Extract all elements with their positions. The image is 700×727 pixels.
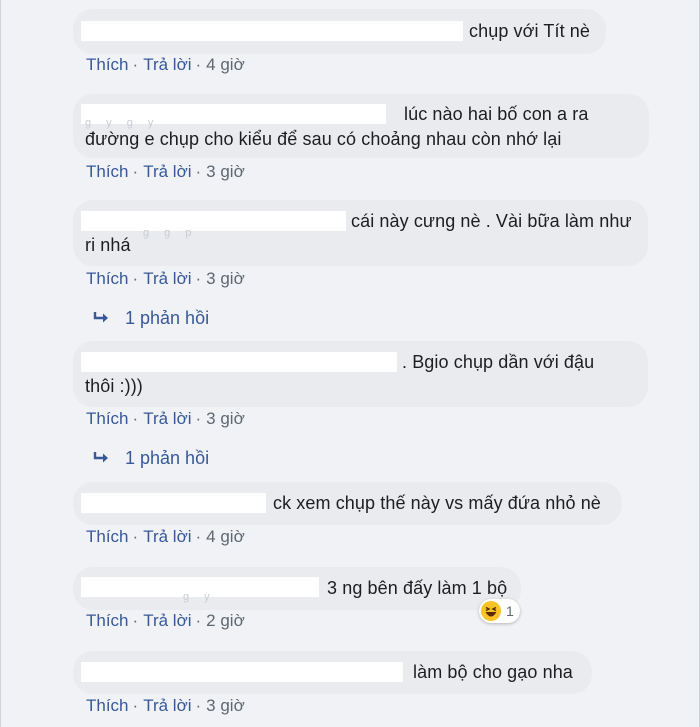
comment-timestamp[interactable]: 4 giờ — [206, 55, 245, 74]
like-link[interactable]: Thích — [86, 527, 129, 546]
comment-text: chụp với Tít nè — [469, 21, 591, 41]
redacted-author-name — [81, 662, 403, 682]
like-link[interactable]: Thích — [86, 409, 129, 428]
comment-text-line1: lúc nào hai bố con a ra — [404, 104, 589, 124]
comment-bubble: ck xem chụp thế này vs mấy đứa nhỏ nè — [73, 482, 622, 525]
comment-text-line2: ri nhá — [85, 235, 131, 255]
reply-arrow-icon — [93, 449, 115, 470]
comment-actions: Thích · Trả lời · 3 giờ — [86, 696, 245, 715]
reply-link[interactable]: Trả lời — [143, 527, 191, 546]
like-link[interactable]: Thích — [86, 696, 129, 715]
comment-actions: Thích · Trả lời · 4 giờ — [86, 527, 245, 546]
reply-link[interactable]: Trả lời — [143, 696, 191, 715]
haha-icon — [481, 601, 501, 621]
comment-actions: Thích · Trả lời · 3 giờ — [86, 409, 245, 428]
like-link[interactable]: Thích — [86, 611, 129, 630]
redacted-author-name — [81, 211, 346, 231]
reply-link[interactable]: Trả lời — [143, 611, 191, 630]
comment-timestamp[interactable]: 3 giờ — [206, 409, 245, 428]
comment-timestamp[interactable]: 3 giờ — [206, 162, 245, 181]
comment-bubble: g g p cái này cưng nè . Vài bữa làm như … — [73, 200, 648, 266]
reply-arrow-icon — [93, 309, 115, 330]
comment-actions: Thích · Trả lời · 3 giờ — [86, 269, 245, 288]
comment-bubble: g y g y lúc nào hai bố con a ra đường e … — [73, 94, 649, 158]
comment-bubble: chụp với Tít nè — [73, 9, 606, 54]
like-link[interactable]: Thích — [86, 162, 129, 181]
view-replies-link[interactable]: 1 phản hồi — [93, 448, 209, 470]
replies-count[interactable]: 1 phản hồi — [125, 448, 209, 468]
comment-text: làm bộ cho gạo nha — [413, 662, 573, 682]
redacted-author-remnant: g y — [183, 591, 216, 603]
comment-actions: Thích · Trả lời · 3 giờ — [86, 162, 245, 181]
reaction-count: 1 — [506, 603, 514, 619]
comments-panel: chụp với Tít nè Thích · Trả lời · 4 giờ g y … — [0, 0, 700, 727]
comment-text-line2: thôi :))) — [85, 376, 143, 396]
comment-text: ck xem chụp thế này vs mấy đứa nhỏ nè — [273, 493, 601, 513]
comment-bubble: làm bộ cho gạo nha — [73, 651, 592, 694]
reaction-badge[interactable]: 1 — [479, 599, 520, 623]
redacted-author-remnant: g g p — [143, 227, 198, 239]
comment-timestamp[interactable]: 4 giờ — [206, 527, 245, 546]
redacted-author-name — [81, 493, 266, 513]
comment-actions: Thích · Trả lời · 2 giờ — [86, 611, 245, 630]
comment-actions: Thích · Trả lời · 4 giờ — [86, 55, 245, 74]
comment-text: 3 ng bên đấy làm 1 bộ — [327, 578, 508, 598]
comment-timestamp[interactable]: 3 giờ — [206, 696, 245, 715]
reply-link[interactable]: Trả lời — [143, 409, 191, 428]
comment-timestamp[interactable]: 2 giờ — [206, 611, 245, 630]
view-replies-link[interactable]: 1 phản hồi — [93, 308, 209, 330]
reply-link[interactable]: Trả lời — [143, 55, 191, 74]
like-link[interactable]: Thích — [86, 269, 129, 288]
comment-text-line1: . Bgio chụp dần với đậu — [402, 352, 595, 372]
comment-bubble: g y 3 ng bên đấy làm 1 bộ — [73, 567, 521, 610]
replies-count[interactable]: 1 phản hồi — [125, 308, 209, 328]
comment-text-line1: cái này cưng nè . Vài bữa làm như — [351, 211, 632, 231]
comment-timestamp[interactable]: 3 giờ — [206, 269, 245, 288]
like-link[interactable]: Thích — [86, 55, 129, 74]
comment-text-line2: đường e chụp cho kiểu để sau có choảng n… — [85, 129, 562, 149]
comment-bubble: . Bgio chụp dần với đậu thôi :))) — [73, 341, 648, 407]
reply-link[interactable]: Trả lời — [143, 162, 191, 181]
redacted-author-name — [81, 352, 397, 372]
redacted-author-name — [81, 21, 463, 41]
reply-link[interactable]: Trả lời — [143, 269, 191, 288]
